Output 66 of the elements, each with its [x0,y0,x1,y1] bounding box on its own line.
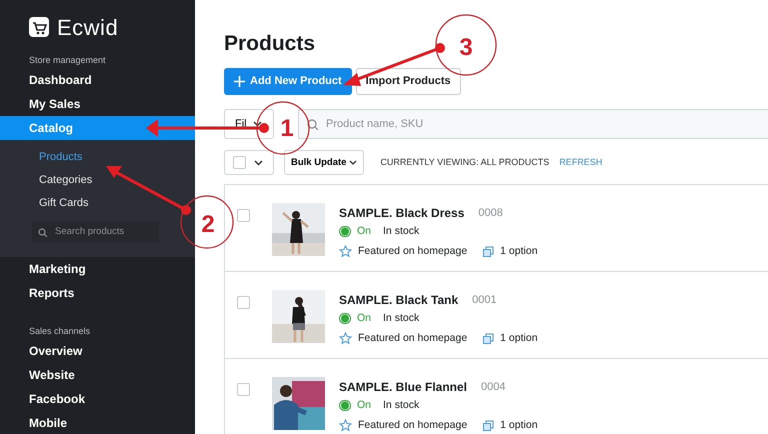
row-checkbox[interactable] [237,296,250,310]
annotation-number: 1 [280,115,294,142]
product-name[interactable]: SAMPLE. Blue Flannel [339,378,468,396]
stock-text: In stock [383,398,420,413]
submenu-item[interactable]: Categories [0,169,195,192]
select-all-dropdown[interactable] [224,150,274,176]
sidebar-item[interactable]: Dashboard [0,68,195,92]
row-checkbox[interactable] [237,383,250,396]
product-sku: 0004 [481,380,506,395]
sidebar-heading: Store management [28,54,107,67]
sidebar-item[interactable]: Facebook [0,387,195,411]
product-search-field[interactable]: Product name, SKU [298,109,768,140]
annotation-circle [256,101,310,155]
copies-icon [483,333,494,344]
product-row[interactable]: SAMPLE. Blue Flannel 0004 On In stock Featured on homepage 1 option [225,359,768,434]
submenu-item[interactable]: Gift Cards [0,192,195,215]
product-sku: 0008 [478,206,503,221]
status-text: On [357,398,372,413]
product-name[interactable]: SAMPLE. Black Tank [339,291,458,310]
sidebar-item[interactable]: Mobile [0,411,195,434]
annotation-circle [180,195,234,249]
import-button[interactable]: Import Products [356,68,461,96]
sidebar-item[interactable]: Marketing [0,257,195,281]
product-name[interactable]: SAMPLE. Black Dress [339,204,464,222]
status-text: On [357,310,372,326]
cart-logo-icon [29,17,49,37]
featured-text: Featured on homepage [358,244,468,259]
stock-text: In stock [383,310,420,326]
star-icon [339,332,352,346]
status-text: On [357,224,372,239]
sidebar-search-field[interactable]: Search products [32,221,159,243]
star-icon [339,419,352,432]
viewing-label: CURRENTLY VIEWING: ALL PRODUCTS [380,156,550,169]
copies-icon [483,246,494,258]
submenu-item[interactable]: Products [0,146,195,169]
annotation-number: 2 [201,211,215,238]
product-row[interactable]: SAMPLE. Black Dress 0008 On In stock Featured on homepage 1 option [225,185,768,272]
sidebar-item[interactable]: My Sales [0,92,195,116]
logo-text: Ecwid [57,14,118,42]
search-icon [38,228,47,236]
product-search-input[interactable]: Product name, SKU [324,114,624,134]
options-text: 1 option [500,330,538,346]
sidebar-item[interactable]: Reports [0,281,195,305]
caret-icon [349,160,358,166]
search-icon [307,118,318,130]
star-icon [339,245,352,258]
sidebar-item[interactable]: Website [0,363,195,387]
copies-icon [483,420,494,432]
caret-icon [252,121,262,128]
plus-icon [234,76,245,88]
product-sku: 0001 [472,292,497,308]
options-text: 1 option [500,244,538,259]
stock-text: In stock [383,224,420,239]
annotation-number: 3 [459,34,473,61]
product-row[interactable]: SAMPLE. Black Tank 0001 On In stock Featured on homepage 1 option [225,272,768,360]
sidebar-heading: Sales channels [28,325,92,338]
row-checkbox[interactable] [237,209,250,222]
caret-icon [254,160,263,166]
sidebar-item[interactable]: Overview [0,339,195,363]
featured-text: Featured on homepage [358,330,468,346]
page-title: Products [224,31,316,56]
options-text: 1 option [500,418,538,433]
annotation-circle [435,14,497,76]
featured-text: Featured on homepage [358,418,468,433]
bulk-update-button[interactable]: Bulk Update [284,150,364,176]
add-product-button[interactable]: Add New Product [224,68,352,96]
